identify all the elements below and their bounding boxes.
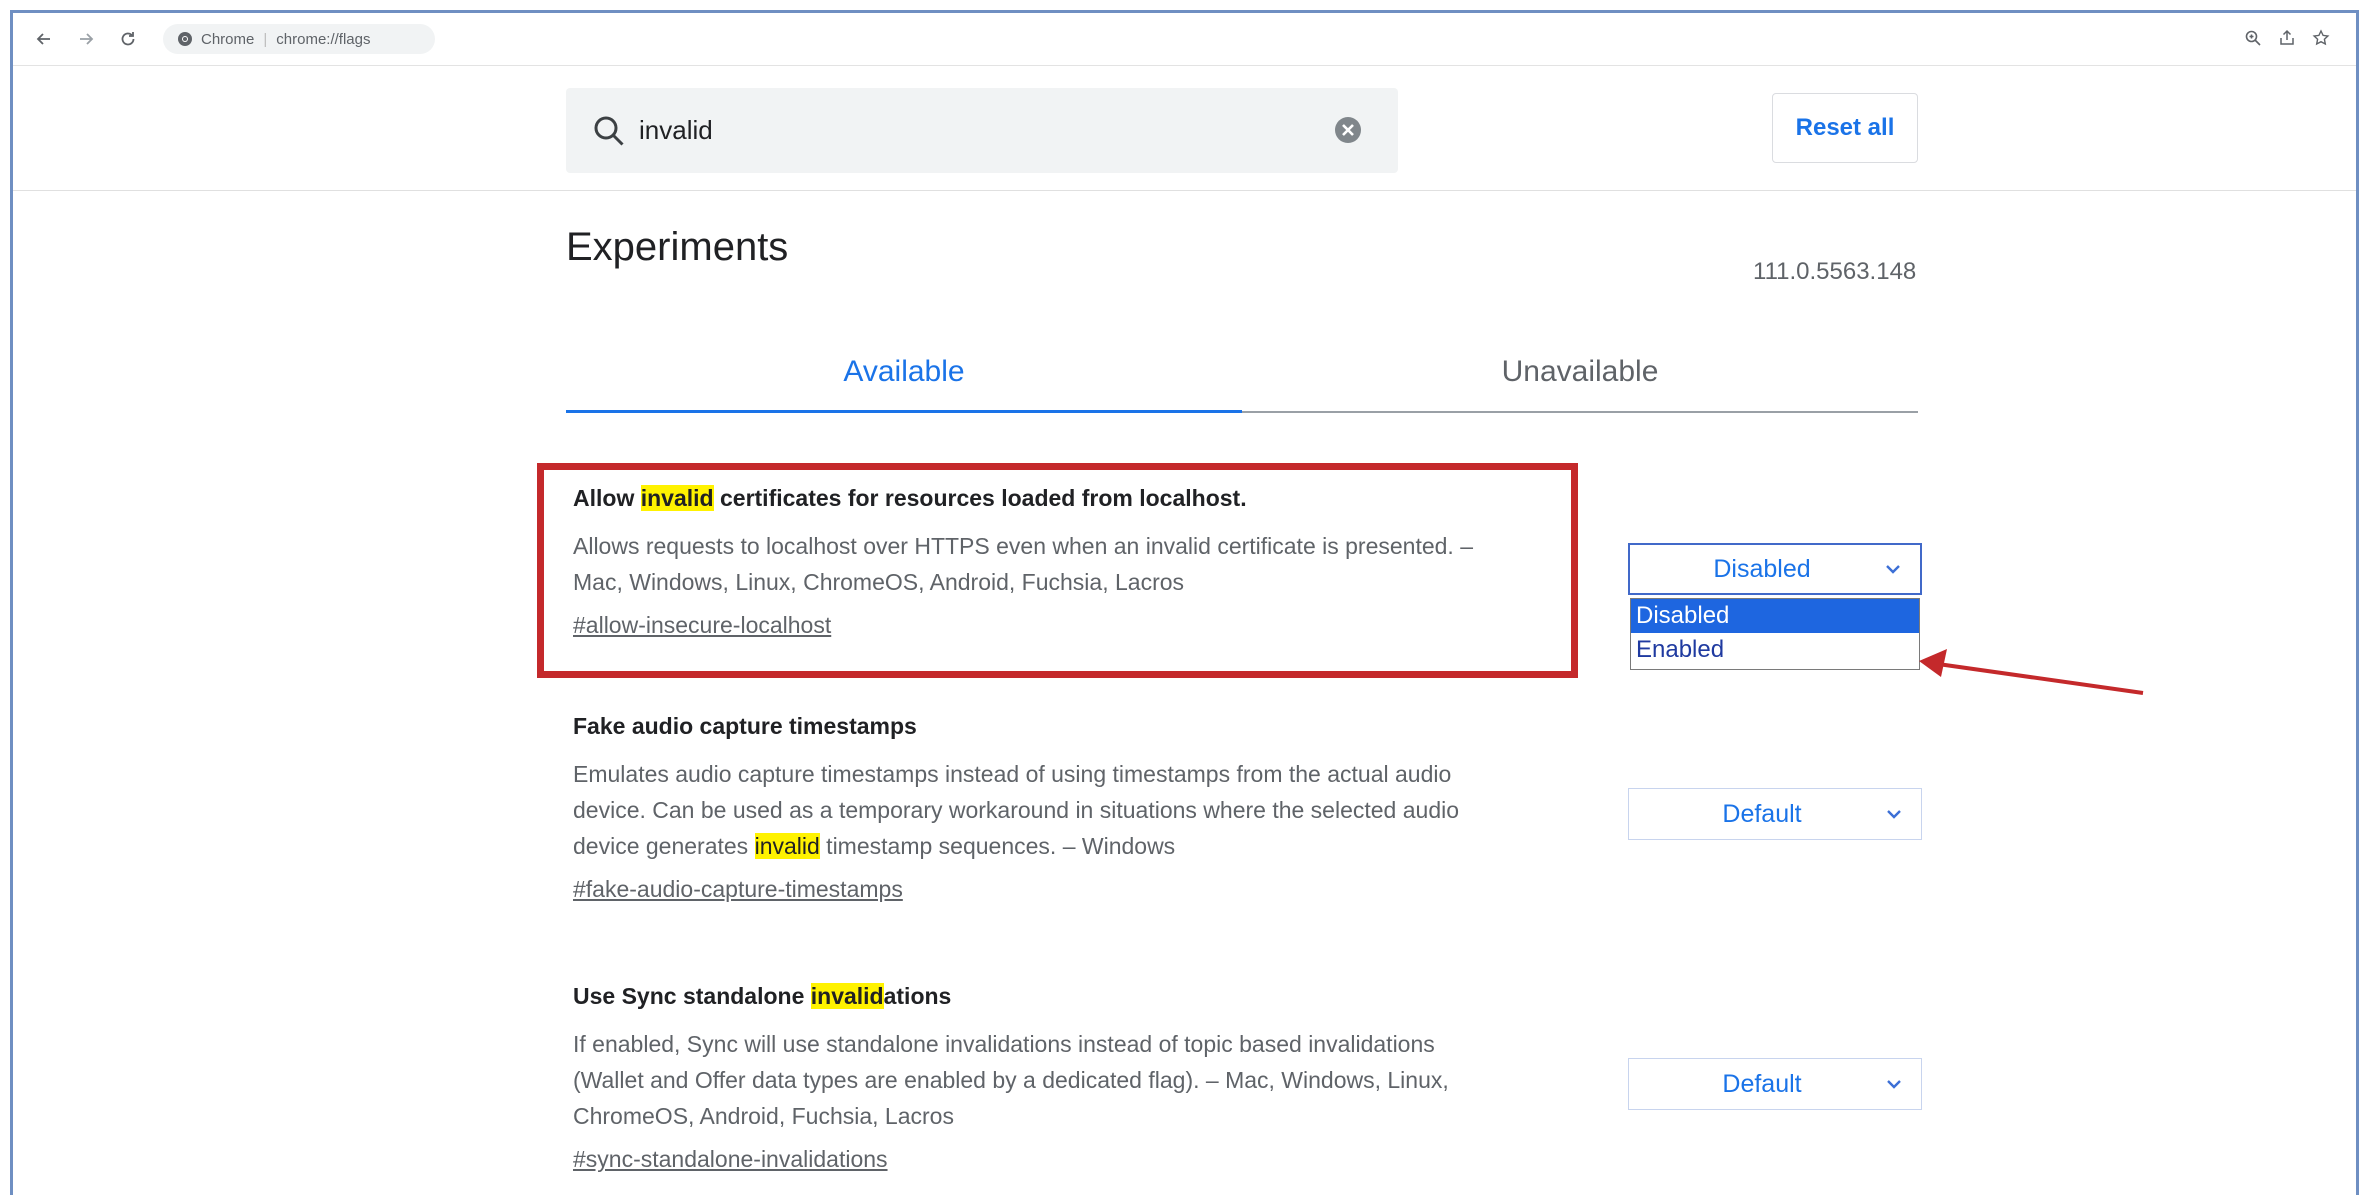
search-icon — [594, 116, 624, 146]
site-name: Chrome — [201, 30, 255, 48]
experiment-description: If enabled, Sync will use standalone inv… — [573, 1026, 1563, 1134]
tab-unavailable[interactable]: Unavailable — [1242, 333, 1918, 411]
back-button[interactable] — [31, 26, 57, 52]
experiment-select-allow-insecure-localhost[interactable]: Disabled — [1628, 543, 1922, 595]
select-dropdown-list: Disabled Enabled — [1630, 598, 1920, 670]
experiment-title: Fake audio capture timestamps — [573, 713, 917, 739]
share-button[interactable] — [2275, 26, 2299, 50]
description-line: If enabled, Sync will use standalone inv… — [573, 1031, 1435, 1057]
zoom-button[interactable] — [2241, 26, 2265, 50]
tab-bar: Available Unavailable — [566, 333, 1918, 413]
option-disabled[interactable]: Disabled — [1631, 599, 1919, 633]
annotation-highlight-box — [537, 463, 1578, 678]
browser-toolbar: Chrome | chrome://flags — [13, 13, 2356, 66]
star-icon — [2312, 29, 2330, 46]
title-text: Use Sync standalone — [573, 983, 811, 1009]
select-value: Default — [1722, 799, 1802, 828]
chevron-down-icon — [1886, 565, 1900, 574]
option-enabled[interactable]: Enabled — [1631, 633, 1919, 667]
experiment-fake-audio-capture-timestamps: Fake audio capture timestamps Emulates a… — [573, 713, 1563, 903]
experiment-select-sync-standalone-invalidations[interactable]: Default — [1628, 1058, 1922, 1110]
bookmark-button[interactable] — [2309, 26, 2333, 50]
clear-search-icon[interactable] — [1334, 116, 1362, 144]
chevron-down-icon — [1887, 1080, 1901, 1089]
description-line: ChromeOS, Android, Fuchsia, Lacros — [573, 1103, 954, 1129]
reload-button[interactable] — [115, 26, 141, 52]
experiment-permalink[interactable]: #sync-standalone-invalidations — [573, 1146, 888, 1173]
annotation-arrow-icon — [1919, 649, 2144, 695]
omnibox-separator: | — [263, 30, 268, 48]
chevron-down-icon — [1887, 810, 1901, 819]
experiment-sync-standalone-invalidations: Use Sync standalone invalidations If ena… — [573, 983, 1563, 1173]
reset-all-button[interactable]: Reset all — [1772, 93, 1918, 163]
description-line: Emulates audio capture timestamps instea… — [573, 761, 1452, 787]
experiment-description: Emulates audio capture timestamps instea… — [573, 756, 1563, 864]
experiment-select-fake-audio-capture-timestamps[interactable]: Default — [1628, 788, 1922, 840]
version-label: 111.0.5563.148 — [1753, 258, 1917, 285]
reload-icon — [121, 32, 135, 46]
select-value: Default — [1722, 1069, 1802, 1098]
page-title: Experiments — [566, 225, 789, 269]
share-icon — [2280, 29, 2294, 45]
search-box — [566, 88, 1398, 173]
description-line: device generates invalid timestamp seque… — [573, 828, 1563, 864]
flags-header: Reset all — [13, 66, 2356, 191]
forward-arrow-icon — [80, 33, 94, 45]
description-text: device generates — [573, 833, 755, 859]
experiment-permalink[interactable]: #fake-audio-capture-timestamps — [573, 876, 903, 903]
search-highlight: invalid — [810, 983, 884, 1009]
experiment-title: Use Sync standalone invalidations — [573, 983, 1563, 1010]
description-line: (Wallet and Offer data types are enabled… — [573, 1067, 1449, 1093]
browser-window: Chrome | chrome://flags Reset all Experi… — [10, 10, 2359, 1195]
description-text: timestamp sequences. – Windows — [819, 833, 1176, 859]
chrome-icon — [177, 31, 193, 47]
back-arrow-icon — [36, 33, 50, 45]
description-line: device. Can be used as a temporary worka… — [573, 797, 1460, 823]
search-highlight: invalid — [754, 833, 820, 859]
tab-available[interactable]: Available — [566, 333, 1242, 413]
address-bar[interactable]: Chrome | chrome://flags — [163, 24, 435, 54]
url-text: chrome://flags — [276, 30, 371, 48]
title-text: ations — [883, 983, 952, 1009]
zoom-icon — [2245, 30, 2261, 46]
forward-button[interactable] — [73, 26, 99, 52]
select-value: Disabled — [1713, 554, 1811, 583]
search-input[interactable] — [639, 115, 1289, 146]
